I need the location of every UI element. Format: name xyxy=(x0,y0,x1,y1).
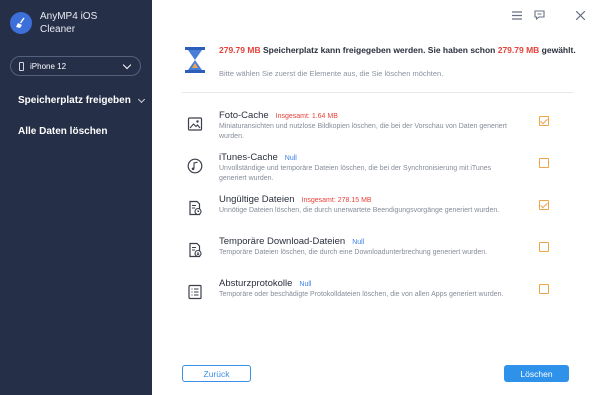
chevron-down-icon xyxy=(137,95,145,103)
list-item-itunes-cache: iTunes-Cache Null Unvollständige und temp… xyxy=(183,152,573,194)
item-description: Miniaturansichten und nutzlose Bildkopie… xyxy=(219,123,507,140)
checkmark-icon xyxy=(540,200,548,208)
selected-size: 279.79 MB xyxy=(497,45,540,55)
checkbox[interactable] xyxy=(539,284,549,294)
checkmark-icon xyxy=(540,116,548,124)
back-button[interactable]: Zurück xyxy=(182,365,251,382)
item-description: Unvollständige und temporäre Dateien lös… xyxy=(219,165,492,182)
headline-text-a: Speicherplatz kann freigegeben werden. S… xyxy=(260,45,498,55)
checkbox[interactable] xyxy=(539,158,549,168)
app-header: AnyMP4 iOS Cleaner xyxy=(10,10,120,36)
list-item-invalid-files: Ungültige Dateien Insgesamt: 278.15 MB Un… xyxy=(183,194,573,236)
delete-button[interactable]: Löschen xyxy=(504,365,569,382)
item-size: Insgesamt: 278.15 MB xyxy=(301,197,372,204)
checkbox[interactable] xyxy=(539,242,549,252)
headline-text-b: gewählt. xyxy=(539,45,576,55)
menu-icon[interactable] xyxy=(510,8,524,22)
summary-subtitle: Bitte wählen Sie zuerst die Elemente aus… xyxy=(219,69,444,78)
list-item-temp-downloads: Temporäre Download-Dateien Null Temporäre… xyxy=(183,236,573,278)
close-icon[interactable] xyxy=(573,8,587,22)
feedback-icon[interactable] xyxy=(532,8,546,22)
app-title: AnyMP4 iOS Cleaner xyxy=(40,11,98,35)
file-download-icon xyxy=(189,242,202,258)
music-icon xyxy=(187,158,203,174)
file-clock-icon xyxy=(189,200,202,216)
broom-icon xyxy=(10,12,32,34)
summary-headline: 279.79 MB Speicherplatz kann freigegeben… xyxy=(219,45,579,56)
list-item-photo-cache: Foto-Cache Insgesamt: 1.64 MB Miniaturans… xyxy=(183,110,573,152)
divider xyxy=(182,92,574,93)
item-size: Null xyxy=(299,281,312,288)
item-title: Absturzprotokolle Null xyxy=(219,278,312,289)
sidebar-item-erase-all[interactable]: Alle Daten löschen xyxy=(18,126,107,137)
sidebar: AnyMP4 iOS Cleaner iPhone 12 Speicherpla… xyxy=(0,0,152,395)
item-title: Temporäre Download-Dateien Null xyxy=(219,236,365,247)
item-description: Unnötige Dateien löschen, die durch uner… xyxy=(219,207,500,214)
hourglass-icon xyxy=(185,47,205,73)
item-description: Temporäre oder beschädigte Protokolldate… xyxy=(219,291,504,298)
log-icon xyxy=(188,284,202,300)
item-size: Null xyxy=(352,239,365,246)
sidebar-item-label: Alle Daten löschen xyxy=(18,126,108,137)
device-selector[interactable]: iPhone 12 xyxy=(10,56,141,76)
device-name: iPhone 12 xyxy=(30,61,67,71)
item-description: Temporäre Dateien löschen, die durch ein… xyxy=(219,249,488,256)
sidebar-item-label: Speicherplatz freigeben xyxy=(18,95,131,106)
checkbox-checked[interactable] xyxy=(539,200,549,210)
chevron-down-icon xyxy=(122,60,132,69)
item-size: Insgesamt: 1.64 MB xyxy=(275,113,338,120)
sidebar-item-free-space[interactable]: Speicherplatz freigeben xyxy=(18,95,145,106)
list-item-crash-logs: Absturzprotokolle Null Temporäre oder bes… xyxy=(183,278,573,320)
item-title: iTunes-Cache Null xyxy=(219,152,297,163)
item-size: Null xyxy=(284,155,297,162)
freeable-size: 279.79 MB xyxy=(219,45,261,55)
phone-icon xyxy=(19,61,24,71)
item-title: Ungültige Dateien Insgesamt: 278.15 MB xyxy=(219,194,372,205)
image-icon xyxy=(187,117,203,131)
checkbox-checked[interactable] xyxy=(539,116,549,126)
item-title: Foto-Cache Insgesamt: 1.64 MB xyxy=(219,110,338,121)
